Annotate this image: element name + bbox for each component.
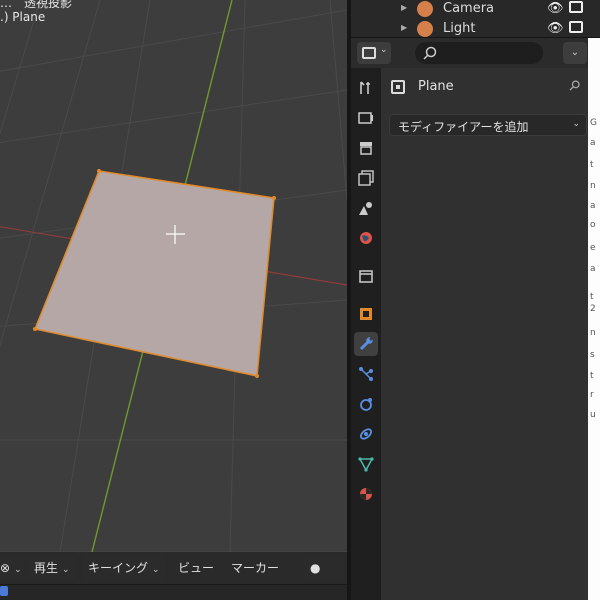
cut-text: t (590, 160, 594, 170)
outliner-item-label: Camera (443, 1, 495, 16)
cut-text: r (590, 390, 594, 400)
chevron-down-icon: ⌄ (380, 45, 388, 55)
render-camera-icon[interactable] (569, 21, 583, 33)
outliner[interactable]: ▶ Camera 👁 ▶ Light 👁 (351, 0, 600, 38)
expand-arrow-icon[interactable]: ▶ (401, 3, 407, 12)
3d-viewport[interactable]: … 透視投影 .) Plane (0, 0, 347, 552)
options-dropdown-button[interactable]: ⌄ (563, 42, 587, 64)
cut-text: n (590, 181, 596, 191)
timeline-header: ⊗ ⌄ 再生 ⌄ キーイング ⌄ ビュー マーカー ● (0, 556, 347, 580)
cut-text: t (590, 371, 594, 381)
properties-search-input[interactable] (415, 42, 543, 64)
world-icon (360, 232, 372, 244)
auto-keying-button[interactable]: ● (304, 556, 344, 580)
chevron-down-icon: ⌄ (572, 119, 580, 129)
playback-menu[interactable]: 再生 ⌄ (28, 556, 76, 580)
tab-output[interactable] (354, 136, 378, 160)
playback-label: 再生 (34, 561, 59, 575)
outliner-item-label: Light (443, 21, 476, 36)
clock-icon: ⊗ (0, 561, 11, 575)
properties-editor[interactable]: ⌄ ⌄ Plane ⚲ モディファイアーを追加 ⌄ (351, 38, 600, 600)
wrench-icon (359, 337, 373, 351)
cut-text: o (590, 220, 596, 230)
tab-constraints[interactable] (354, 422, 378, 446)
mesh-data-icon (358, 457, 374, 472)
cut-text: 2 (590, 304, 596, 314)
tab-physics[interactable] (354, 392, 378, 416)
eye-icon[interactable]: 👁 (547, 21, 564, 36)
physics-icon (360, 398, 372, 411)
properties-editor-icon (362, 47, 376, 59)
cut-text: u (590, 410, 596, 420)
add-modifier-dropdown[interactable]: モディファイアーを追加 ⌄ (389, 114, 587, 136)
plane-mesh (33, 170, 275, 377)
add-modifier-label: モディファイアーを追加 (398, 120, 529, 134)
marker-menu[interactable]: マーカー (225, 556, 285, 580)
record-icon: ● (310, 561, 321, 575)
viewport-object-label: .) Plane (0, 10, 46, 24)
cut-text: a (590, 201, 596, 211)
chevron-down-icon: ⌄ (62, 565, 70, 575)
cut-text: n (590, 328, 596, 338)
outliner-row-camera[interactable]: ▶ Camera 👁 (351, 0, 600, 19)
keying-label: キーイング (88, 561, 149, 575)
playhead[interactable] (0, 586, 8, 596)
offscreen-window-strip: G a t n a o e a t 2 n s t r u (588, 38, 600, 600)
tab-world[interactable] (354, 226, 378, 250)
tool-icon (360, 81, 370, 94)
chevron-down-icon: ⌄ (14, 565, 22, 575)
tab-view-layer[interactable] (354, 166, 378, 190)
view-layer-icon (358, 170, 374, 186)
object-name-row: Plane ⚲ (381, 76, 600, 100)
render-icon (358, 112, 373, 124)
object-data-icon (391, 80, 405, 94)
tab-tool[interactable] (354, 76, 378, 100)
tab-scene[interactable] (354, 196, 378, 220)
object-icon (360, 308, 372, 320)
tab-object[interactable] (354, 302, 378, 326)
properties-header: ⌄ ⌄ (351, 38, 600, 68)
material-icon (360, 488, 372, 500)
cut-text: s (590, 350, 595, 360)
tab-data[interactable] (354, 452, 378, 476)
properties-tabs (351, 68, 381, 600)
expand-arrow-icon[interactable]: ▶ (401, 23, 407, 32)
viewport-scene[interactable] (0, 0, 347, 552)
cut-text: a (590, 138, 596, 148)
collection-icon (359, 270, 373, 283)
tab-collection[interactable] (354, 264, 378, 288)
light-object-icon (417, 21, 433, 37)
editor-type-button[interactable]: ⊗ ⌄ (0, 556, 24, 580)
timeline-editor[interactable]: ⊗ ⌄ 再生 ⌄ キーイング ⌄ ビュー マーカー ● (0, 552, 347, 600)
pin-icon[interactable]: ⚲ (565, 77, 584, 96)
chevron-down-icon: ⌄ (152, 565, 160, 575)
tab-modifiers[interactable] (354, 332, 378, 356)
object-name: Plane (418, 79, 454, 94)
cut-text: e (590, 243, 596, 253)
constraints-icon (359, 428, 373, 440)
cut-text: G (590, 118, 597, 128)
search-icon (423, 46, 437, 60)
cut-text: t (590, 292, 594, 302)
view-menu[interactable]: ビュー (172, 556, 220, 580)
editor-type-button[interactable]: ⌄ (357, 42, 391, 64)
eye-icon[interactable]: 👁 (547, 1, 564, 16)
frame-ruler[interactable] (0, 584, 347, 600)
camera-object-icon (417, 1, 433, 17)
tab-material[interactable] (354, 482, 378, 506)
tab-render[interactable] (354, 106, 378, 130)
outliner-row-light[interactable]: ▶ Light 👁 (351, 20, 600, 39)
tab-particles[interactable] (354, 362, 378, 386)
keying-menu[interactable]: キーイング ⌄ (82, 556, 166, 580)
particles-icon (359, 367, 373, 381)
scene-icon (359, 202, 372, 215)
render-camera-icon[interactable] (569, 1, 583, 13)
properties-content: Plane ⚲ モディファイアーを追加 ⌄ (381, 68, 600, 600)
output-icon (360, 142, 372, 155)
cut-text: a (590, 264, 596, 274)
